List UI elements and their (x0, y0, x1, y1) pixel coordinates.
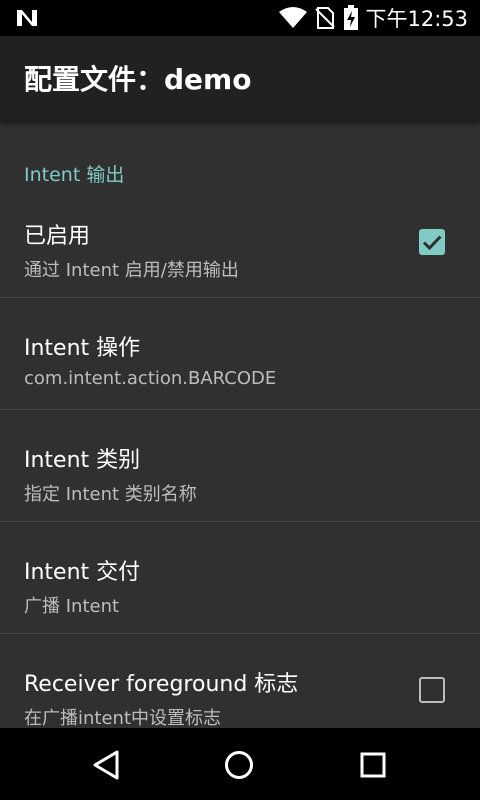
check-icon (422, 235, 442, 251)
pref-enabled[interactable]: 已启用 通过 Intent 启用/禁用输出 (0, 186, 480, 298)
n-logo-icon (17, 10, 37, 26)
pref-intent-action[interactable]: Intent 操作 com.intent.action.BARCODE (0, 298, 480, 410)
category-header: Intent 输出 (24, 164, 125, 186)
status-bar: 下午12:53 (0, 0, 480, 36)
home-icon[interactable] (222, 748, 256, 782)
pref-title: Receiver foreground 标志 (24, 672, 299, 697)
pref-receiver-foreground[interactable]: Receiver foreground 标志 在广播intent中设置标志 (0, 634, 480, 728)
status-time: 下午12:53 (365, 7, 468, 31)
preferences-list: Intent 输出 已启用 通过 Intent 启用/禁用输出 Intent 操… (0, 122, 480, 728)
pref-summary: 通过 Intent 启用/禁用输出 (24, 260, 239, 281)
pref-intent-delivery[interactable]: Intent 交付 广播 Intent (0, 522, 480, 634)
pref-intent-category[interactable]: Intent 类别 指定 Intent 类别名称 (0, 410, 480, 522)
wifi-icon (279, 7, 308, 28)
page-title: 配置文件：demo (24, 63, 252, 96)
pref-summary: 广播 Intent (24, 596, 120, 617)
receiver-foreground-checkbox[interactable] (419, 677, 445, 703)
enabled-checkbox[interactable] (419, 229, 445, 255)
pref-summary: 在广播intent中设置标志 (24, 708, 222, 728)
recents-icon[interactable] (356, 748, 390, 782)
battery-charging-icon (344, 5, 359, 30)
no-sim-icon (315, 7, 336, 29)
pref-title: Intent 操作 (24, 336, 141, 361)
back-icon[interactable] (90, 748, 124, 782)
app-bar: 配置文件：demo (0, 36, 480, 122)
pref-summary: com.intent.action.BARCODE (24, 368, 277, 389)
pref-title: 已启用 (24, 224, 91, 249)
screen: 下午12:53 配置文件：demo Intent 输出 已启用 通过 Inten… (0, 0, 480, 800)
pref-summary: 指定 Intent 类别名称 (24, 484, 197, 505)
navigation-bar (0, 728, 480, 800)
pref-title: Intent 交付 (24, 560, 141, 585)
pref-title: Intent 类别 (24, 448, 141, 473)
